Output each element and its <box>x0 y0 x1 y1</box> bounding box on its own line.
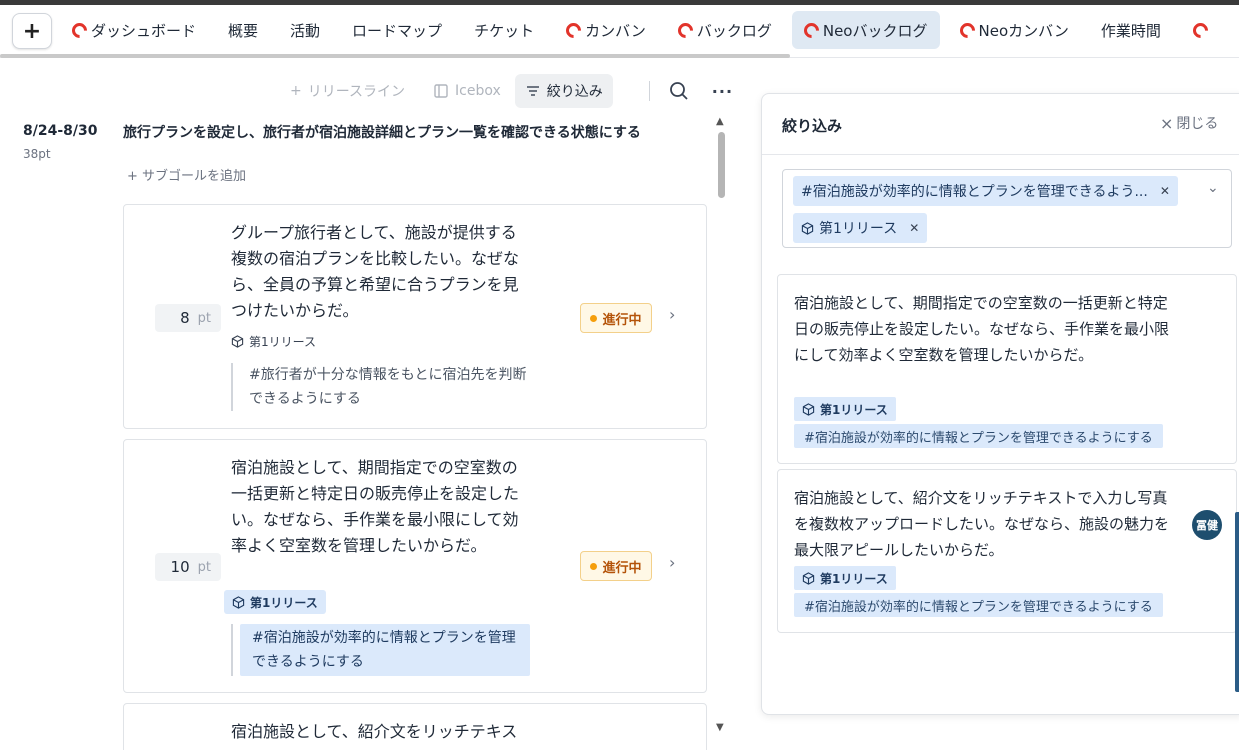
backlog-pane: + リリースライン Icebox 絞り込み ··· 8/24-8/30 38pt … <box>0 59 740 750</box>
close-panel-button[interactable]: × 閉じる <box>1160 113 1218 133</box>
status-dot <box>590 562 598 570</box>
story-card[interactable]: グループ旅行者として、施設が提供する複数の宿泊プランを比較したい。なぜなら、全員… <box>123 204 707 429</box>
scrollbar-thumb[interactable] <box>718 132 725 198</box>
filter-button[interactable]: 絞り込み <box>514 74 613 108</box>
search-button[interactable] <box>668 80 690 102</box>
release-label: 第1リリース <box>231 333 316 350</box>
remove-chip-icon[interactable]: ✕ <box>1160 184 1170 198</box>
story-text: 宿泊施設として、紹介文をリッチテキス <box>231 722 518 741</box>
tab-dashboard[interactable]: ダッシュボード <box>60 11 208 49</box>
search-icon <box>669 82 688 100</box>
status-dot <box>590 314 598 322</box>
cube-icon <box>802 402 815 416</box>
goal-quote-bar <box>231 624 233 676</box>
chevron-right-icon[interactable]: › <box>669 305 683 324</box>
tab-backlog[interactable]: バックログ <box>666 11 784 49</box>
add-tab-button[interactable]: + <box>12 13 52 49</box>
release-chip: 第1リリース <box>794 397 896 421</box>
loop-icon <box>562 19 585 41</box>
ellipsis-icon: ··· <box>711 81 734 101</box>
tab-activity[interactable]: 活動 <box>278 11 332 49</box>
filter-icon <box>526 86 539 96</box>
panel-divider <box>762 154 1239 155</box>
result-card[interactable]: 宿泊施設として、期間指定での空室数の一括更新と特定日の販売停止を設定したい。なぜ… <box>777 274 1237 464</box>
sprint-period: 8/24-8/30 <box>23 123 98 139</box>
avatar[interactable]: 冨健 <box>1192 510 1222 540</box>
filter-panel: 絞り込み × 閉じる #宿泊施設が効率的に情報とプランを管理できるよう... ✕ … <box>761 93 1239 715</box>
release-line-button[interactable]: + リリースライン <box>290 81 405 101</box>
tab-list: ダッシュボード 概要 活動 ロードマップ チケット カンバン バックログ Neo… <box>60 11 1232 49</box>
panel-title: 絞り込み <box>782 117 843 135</box>
scroll-down-arrow[interactable]: ▼ <box>716 722 724 733</box>
scroll-up-arrow[interactable]: ▲ <box>716 116 724 127</box>
filter-select[interactable]: #宿泊施設が効率的に情報とプランを管理できるよう... ✕ 第1リリース ✕ ⌄ <box>782 169 1232 248</box>
remove-chip-icon[interactable]: ✕ <box>909 221 919 235</box>
story-goal: #宿泊施設が効率的に情報とプランを管理できるようにする <box>240 624 530 676</box>
filter-chip-goal: #宿泊施設が効率的に情報とプランを管理できるよう... ✕ <box>793 176 1178 206</box>
tab-neo-backlog[interactable]: Neoバックログ <box>791 11 940 49</box>
loop-icon <box>800 19 822 41</box>
cube-icon <box>231 335 244 348</box>
loop-icon <box>956 19 978 41</box>
chevron-right-icon[interactable]: › <box>669 553 683 572</box>
plus-icon: + <box>290 83 302 99</box>
release-chip: 第1リリース <box>794 566 896 590</box>
story-text: 宿泊施設として、期間指定での空室数の一括更新と特定日の販売停止を設定したい。なぜ… <box>231 458 520 555</box>
status-badge[interactable]: 進行中 <box>580 303 652 333</box>
result-card[interactable]: 宿泊施設として、紹介文をリッチテキストで入力し写真を複数枚アップロードしたい。な… <box>777 469 1237 633</box>
sprint-points: 38pt <box>23 147 51 161</box>
tab-overview[interactable]: 概要 <box>216 11 270 49</box>
story-points-field[interactable]: 8 pt <box>155 304 221 332</box>
tab-more-partial[interactable] <box>1181 11 1224 49</box>
result-text: 宿泊施設として、期間指定での空室数の一括更新と特定日の販売停止を設定したい。なぜ… <box>794 294 1170 364</box>
sprint-goal: 旅行プランを設定し、旅行者が宿泊施設詳細とプラン一覧を確認できる状態にする <box>123 125 641 141</box>
loop-icon <box>68 19 91 41</box>
icebox-button[interactable]: Icebox <box>433 83 501 99</box>
cube-icon <box>802 571 815 585</box>
loop-icon <box>1189 19 1212 41</box>
chevron-down-icon[interactable]: ⌄ <box>1207 180 1219 196</box>
story-points-field[interactable]: 10 pt <box>155 553 221 581</box>
side-drawer-handle[interactable] <box>1235 512 1239 692</box>
story-card[interactable]: 宿泊施設として、紹介文をリッチテキス <box>123 703 707 750</box>
more-options-button[interactable]: ··· <box>712 82 733 101</box>
tab-tickets[interactable]: チケット <box>462 11 546 49</box>
icebox-icon <box>434 84 448 98</box>
status-badge[interactable]: 進行中 <box>580 551 652 581</box>
tab-roadmap[interactable]: ロードマップ <box>340 11 454 49</box>
filter-chip-release: 第1リリース ✕ <box>793 213 928 243</box>
goal-chip: #宿泊施設が効率的に情報とプランを管理できるようにする <box>794 593 1163 617</box>
cube-icon <box>801 221 814 235</box>
toolbar-divider <box>648 81 650 101</box>
tab-scroll-indicator[interactable] <box>0 54 790 58</box>
tab-kanban[interactable]: カンバン <box>554 11 658 49</box>
tab-bar: + ダッシュボード 概要 活動 ロードマップ チケット カンバン バックログ N… <box>0 5 1239 58</box>
close-icon: × <box>1160 113 1174 133</box>
story-card[interactable]: 宿泊施設として、期間指定での空室数の一括更新と特定日の販売停止を設定したい。なぜ… <box>123 439 707 693</box>
result-text: 宿泊施設として、紹介文をリッチテキストで入力し写真を複数枚アップロードしたい。な… <box>794 489 1170 559</box>
release-chip: 第1リリース <box>224 590 326 614</box>
plus-icon: + <box>127 169 143 184</box>
goal-chip: #宿泊施設が効率的に情報とプランを管理できるようにする <box>794 424 1163 448</box>
backlog-toolbar: + リリースライン Icebox 絞り込み ··· <box>290 73 733 109</box>
loop-icon <box>674 19 696 41</box>
tab-work-time[interactable]: 作業時間 <box>1089 11 1173 49</box>
cube-icon <box>232 595 245 609</box>
add-subgoal-button[interactable]: + サブゴールを追加 <box>127 165 246 184</box>
story-text: グループ旅行者として、施設が提供する複数の宿泊プランを比較したい。なぜなら、全員… <box>231 223 520 320</box>
story-goal: #旅行者が十分な情報をもとに宿泊先を判断できるようにする <box>231 363 531 411</box>
tab-neo-kanban[interactable]: Neoカンバン <box>948 11 1081 49</box>
